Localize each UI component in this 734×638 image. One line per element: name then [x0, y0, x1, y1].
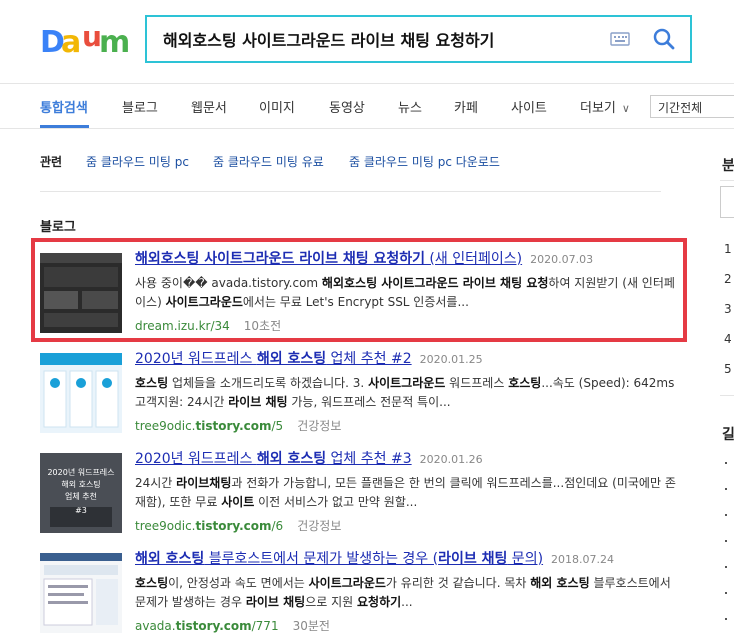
result-meta: tree9odic.tistory.com/5 건강정보	[135, 417, 341, 434]
bullet	[725, 592, 727, 594]
result-snippet: 호스팅 업체들을 소개드리도록 하겠습니다. 3. 사이트그라운드 워드프레스 …	[135, 376, 675, 409]
bullet	[725, 540, 727, 542]
related-item[interactable]: 줌 클라우드 미팅 pc	[86, 153, 189, 170]
rank-number: 3	[724, 302, 732, 316]
tab-more[interactable]: 더보기 ∨	[580, 97, 630, 116]
tab-more-label: 더보기	[580, 101, 616, 116]
bullet	[725, 514, 727, 516]
chevron-down-icon: ∨	[621, 102, 630, 115]
result-title: 2020년 워드프레스 해외 호스팅 업체 추천 #2	[135, 351, 412, 367]
result-category: 건강정보	[297, 519, 342, 533]
result-title-link[interactable]: 2020년 워드프레스 해외 호스팅 업체 추천 #3 2020.01.26	[135, 448, 483, 468]
result-title: 해외 호스팅 블루호스트에서 문제가 발생하는 경우 (라이브 채팅 문의)	[135, 551, 544, 567]
result-snippet: 24시간 라이브채팅과 전화가 가능합니, 모든 플랜들은 한 번의 클릭에 워…	[135, 476, 676, 509]
tab-image[interactable]: 이미지	[259, 97, 295, 116]
keyboard-icon[interactable]	[610, 31, 630, 47]
result-category: 건강정보	[297, 419, 342, 433]
related-item[interactable]: 줌 클라우드 미팅 pc 다운로드	[349, 153, 500, 170]
section-title-blog: 블로그	[40, 220, 76, 235]
bullet	[725, 488, 727, 490]
rank-number: 4	[724, 332, 732, 346]
bullet	[725, 462, 727, 464]
thumb-text: 업체 추천	[65, 491, 97, 501]
tab-cafe[interactable]: 카페	[454, 97, 478, 116]
right-panel-heading: 길	[722, 427, 734, 443]
result-date: 2020.01.26	[419, 453, 483, 466]
right-panel-divider	[720, 180, 734, 181]
daum-logo[interactable]: D a u m	[40, 22, 128, 56]
rank-number: 2	[724, 272, 732, 286]
thumb-text: 2020년 워드프레스	[47, 467, 114, 477]
result-date: 2020.01.25	[419, 353, 483, 366]
search-input[interactable]	[163, 25, 603, 53]
svg-text:a: a	[61, 25, 81, 56]
thumb-text: #3	[75, 506, 87, 515]
result-thumbnail[interactable]	[40, 353, 122, 433]
bullet	[725, 566, 727, 568]
tab-webdoc[interactable]: 웹문서	[191, 97, 227, 116]
search-box	[145, 15, 692, 63]
result-item: 해외 호스팅 블루호스트에서 문제가 발생하는 경우 (라이브 채팅 문의) 20…	[40, 548, 680, 636]
result-meta: avada.tistory.com/771 30분전	[135, 617, 330, 634]
result-title: 2020년 워드프레스 해외 호스팅 업체 추천 #3	[135, 451, 412, 467]
tabs-top-divider	[0, 83, 734, 84]
tab-video[interactable]: 동영상	[329, 97, 365, 116]
tab-blog[interactable]: 블로그	[122, 97, 158, 116]
result-url[interactable]: avada.tistory.com/771	[135, 619, 279, 633]
result-date: 2018.07.24	[551, 553, 615, 566]
period-select[interactable]: 기간전체	[650, 95, 734, 118]
result-title-link[interactable]: 2020년 워드프레스 해외 호스팅 업체 추천 #2 2020.01.25	[135, 348, 483, 368]
result-snippet: 호스팅이, 안정성과 속도 면에서는 사이트그라운드가 유리한 것 같습니다. …	[135, 576, 671, 609]
result-item: 2020년 워드프레스 해외 호스팅 업체 추천 #2 2020.01.25 호스…	[40, 348, 680, 436]
result-url[interactable]: tree9odic.tistory.com/6	[135, 519, 283, 533]
highlight-annotation	[31, 238, 687, 342]
result-thumbnail[interactable]	[40, 553, 122, 633]
related-item[interactable]: 줌 클라우드 미팅 유료	[213, 153, 324, 170]
related-divider	[40, 191, 661, 192]
rank-number: 1	[724, 242, 732, 256]
right-panel-divider	[720, 395, 734, 396]
search-icon[interactable]	[652, 27, 676, 51]
right-panel-input[interactable]	[720, 186, 734, 218]
right-panel-heading: 분	[722, 158, 734, 174]
result-thumbnail[interactable]: 2020년 워드프레스 해외 호스팅 업체 추천 #3	[40, 453, 122, 533]
bullet	[725, 618, 727, 620]
tabs-bottom-divider	[0, 128, 734, 129]
tab-news[interactable]: 뉴스	[398, 97, 422, 116]
result-url[interactable]: tree9odic.tistory.com/5	[135, 419, 283, 433]
svg-text:m: m	[99, 25, 128, 56]
result-title-link[interactable]: 해외 호스팅 블루호스트에서 문제가 발생하는 경우 (라이브 채팅 문의) 20…	[135, 548, 614, 568]
rank-number: 5	[724, 362, 732, 376]
result-item: 2020년 워드프레스 해외 호스팅 업체 추천 #3 2020년 워드프레스 …	[40, 448, 680, 536]
thumb-text: 해외 호스팅	[61, 479, 100, 489]
tab-all[interactable]: 통합검색	[40, 97, 88, 116]
result-meta: tree9odic.tistory.com/6 건강정보	[135, 517, 341, 534]
result-time: 30분전	[292, 619, 330, 633]
related-label: 관련	[40, 155, 63, 169]
tab-site[interactable]: 사이트	[511, 97, 547, 116]
